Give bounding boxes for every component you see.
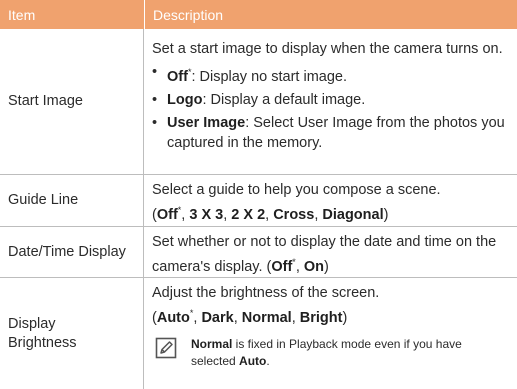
table-row: Display Brightness Adjust the brightness…: [0, 278, 517, 389]
settings-table: Item Description Start Image Set a start…: [0, 0, 517, 389]
description-text: Set whether or not to display the date a…: [152, 234, 497, 275]
description-text: Set a start image to display when the ca…: [152, 41, 503, 57]
table-header: Item Description: [0, 0, 517, 29]
row-description: Select a guide to help you compose a sce…: [144, 175, 517, 226]
table-row: Date/Time Display Set whether or not to …: [0, 227, 517, 278]
row-label-guide-line: Guide Line: [0, 175, 144, 226]
list-item: • Logo: Display a default image.: [152, 91, 366, 108]
note-box: Normal is fixed in Playback mode even if…: [152, 336, 509, 370]
row-description: Set whether or not to display the date a…: [144, 227, 517, 277]
row-label-display-brightness: Display Brightness: [0, 278, 144, 389]
list-item: • Off*: Display no start image.: [152, 64, 347, 85]
row-label-date-time-display: Date/Time Display: [0, 227, 144, 277]
row-description: Adjust the brightness of the screen. (Au…: [144, 278, 517, 389]
pencil-note-icon: [155, 337, 177, 359]
option-term: Logo: [167, 91, 203, 108]
row-label-start-image: Start Image: [0, 29, 144, 174]
description-text: Adjust the brightness of the screen.: [152, 285, 380, 301]
description-text: Select a guide to help you compose a sce…: [152, 182, 441, 198]
row-description: Set a start image to display when the ca…: [144, 29, 517, 174]
note-text: Normal is fixed in Playback mode even if…: [191, 336, 462, 368]
list-item: • User Image: Select User Image from the…: [152, 114, 505, 151]
header-description: Description: [144, 0, 517, 29]
option-term: User Image: [167, 114, 246, 131]
header-item: Item: [8, 6, 36, 23]
table-row: Guide Line Select a guide to help you co…: [0, 175, 517, 227]
option-list: (Auto*, Dark, Normal, Bright): [152, 308, 348, 326]
table-row: Start Image Set a start image to display…: [0, 29, 517, 175]
option-list: (Off*, 3 X 3, 2 X 2, Cross, Diagonal): [152, 205, 389, 223]
option-term: Off: [167, 68, 188, 85]
